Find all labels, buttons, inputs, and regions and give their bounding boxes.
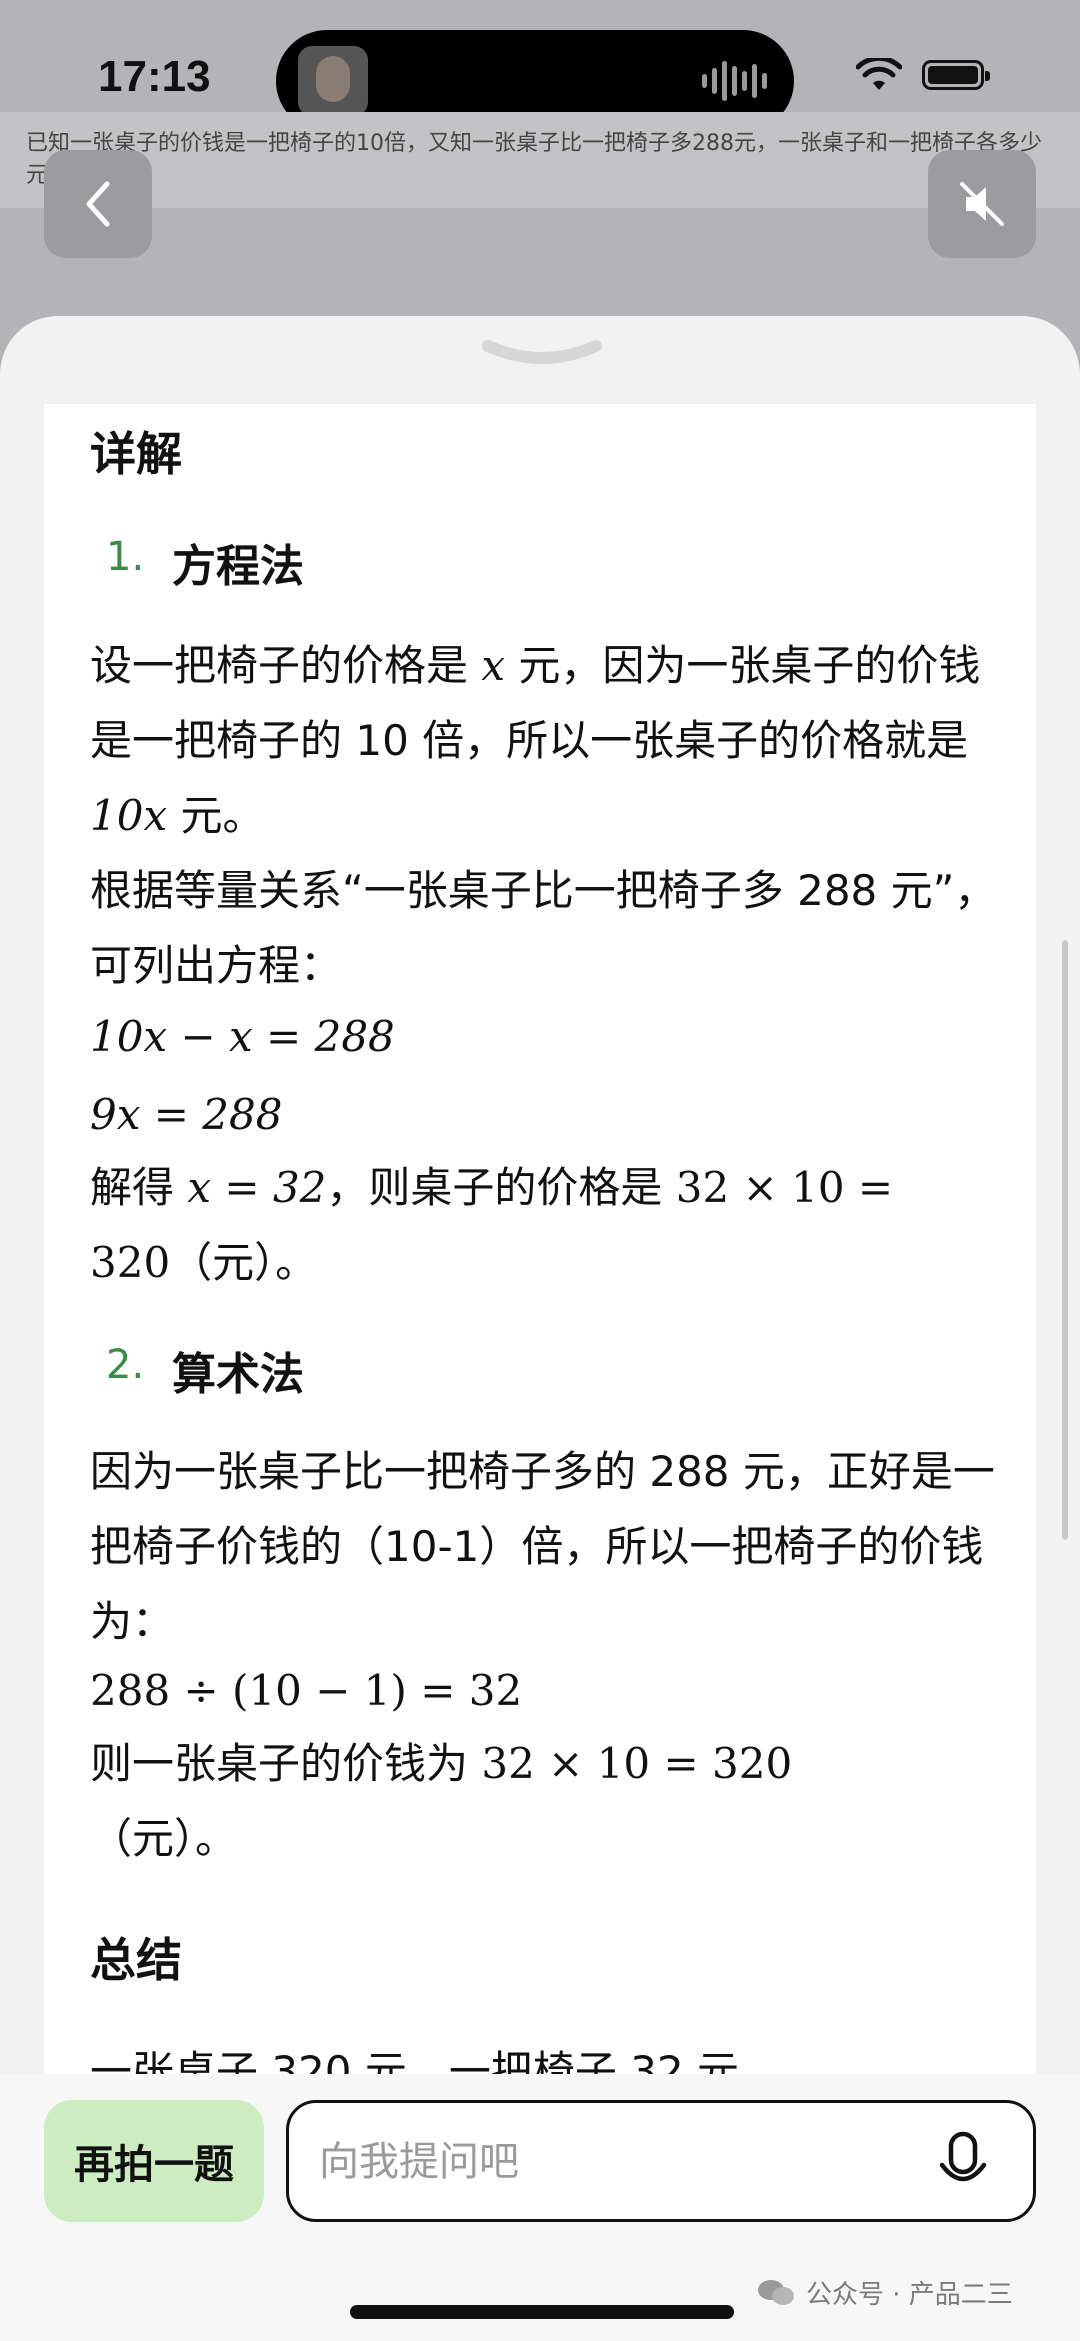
- back-button[interactable]: [44, 150, 152, 258]
- math-solution: x = 32: [187, 1163, 327, 1212]
- math-x: x: [481, 641, 506, 690]
- audio-wave-icon: [702, 60, 768, 102]
- ask-input-box[interactable]: [286, 2100, 1036, 2222]
- chevron-left-icon: [86, 181, 110, 227]
- method2-title: 算术法: [172, 1349, 304, 1400]
- method1-paragraph-3: 解得 x = 32，则桌子的价格是 32 × 10 = 320（元）。: [90, 1163, 894, 1287]
- summary-text: 一张桌子 320 元，一把椅子 32 元: [90, 2047, 740, 2074]
- method2-paragraph-1: 因为一张桌子比一把椅子多的 288 元，正好是一把椅子价钱的（10-1）倍，所以…: [90, 1447, 995, 1646]
- method2-number: 2.: [106, 1342, 145, 1388]
- battery-icon: [922, 60, 990, 90]
- retake-photo-button[interactable]: 再拍一题: [44, 2100, 264, 2222]
- wifi-icon: [856, 58, 902, 90]
- status-time: 17:13: [98, 52, 211, 101]
- mute-button[interactable]: [928, 150, 1036, 258]
- wechat-icon: [758, 2279, 794, 2305]
- question-text: 已知一张桌子的价钱是一把椅子的10倍，又知一张桌子比一把椅子多288元，一张桌子…: [0, 112, 1080, 208]
- math-result: 320: [90, 1238, 171, 1287]
- equation-3: 288 ÷ (10 − 1) = 32: [90, 1666, 523, 1715]
- section-title-summary: 总结: [90, 1933, 182, 1987]
- math-product-2: 32 × 10 = 320: [481, 1739, 793, 1788]
- equation-1: 10x − x = 288: [90, 1012, 395, 1061]
- math-10x: 10x: [90, 791, 168, 840]
- home-indicator[interactable]: [350, 2305, 734, 2319]
- status-icons: [856, 58, 990, 92]
- method1-title: 方程法: [172, 541, 304, 592]
- equation-2: 9x = 288: [90, 1090, 283, 1139]
- method1-number: 1.: [106, 534, 145, 580]
- answer-card: 详解 1. 方程法 设一把椅子的价格是 x 元，因为一张桌子的价钱是一把椅子的 …: [44, 404, 1036, 2074]
- watermark: 公众号 · 产品二三: [756, 2274, 1013, 2311]
- math-product: 32 × 10 =: [675, 1163, 894, 1212]
- sheet-collapse-handle[interactable]: [480, 336, 604, 372]
- method1-paragraph-1: 设一把椅子的价格是 x 元，因为一张桌子的价钱是一把椅子的 10 倍，所以一张桌…: [90, 641, 997, 990]
- speaker-muted-icon: [960, 182, 1004, 226]
- method2-paragraph-2: 则一张桌子的价钱为 32 × 10 = 320 （元）。: [90, 1739, 793, 1863]
- status-bar: 17:13: [0, 0, 1080, 132]
- now-playing-thumbnail: [298, 46, 368, 116]
- scroll-indicator[interactable]: [1062, 940, 1068, 1540]
- watermark-text: 公众号 · 产品二三: [806, 2280, 1013, 2310]
- ask-input[interactable]: [319, 2129, 919, 2195]
- section-title-detail: 详解: [90, 427, 182, 481]
- microphone-icon[interactable]: [939, 2131, 987, 2195]
